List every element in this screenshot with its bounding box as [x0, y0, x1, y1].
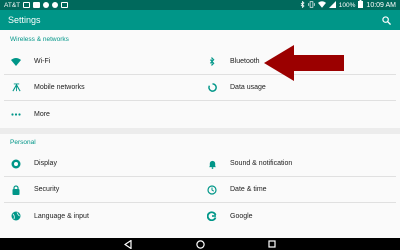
mobile-networks-icon [4, 83, 28, 92]
battery-percentage: 100% [338, 1, 356, 9]
setting-label: More [34, 110, 50, 118]
search-icon[interactable] [380, 14, 392, 26]
clock-icon [200, 184, 224, 195]
display-icon [4, 159, 28, 169]
wifi-icon [4, 57, 28, 66]
setting-label: Mobile networks [34, 84, 85, 91]
globe-icon [4, 211, 28, 221]
google-icon [200, 211, 224, 221]
recents-icon[interactable] [266, 239, 278, 249]
section-header-personal: Personal [10, 139, 36, 146]
notification-icon [33, 2, 41, 8]
bluetooth-status-icon [300, 0, 305, 10]
setting-label: Data usage [230, 84, 266, 91]
setting-label: Date & time [230, 186, 267, 193]
vibrate-icon [308, 0, 315, 10]
signal-icon [328, 0, 336, 10]
data-usage-icon [200, 83, 224, 92]
home-icon[interactable] [194, 239, 206, 249]
wifi-status-icon [317, 0, 326, 10]
setting-label: Display [34, 160, 57, 167]
setting-label: Security [34, 186, 60, 193]
status-bar: AT&T 100% 10:09 AM [0, 0, 400, 10]
more-icon [4, 112, 28, 116]
setting-security[interactable]: Security [4, 177, 200, 203]
clock-time: 10:09 AM [366, 1, 396, 9]
app-bar: Settings [0, 10, 400, 30]
personal-section: Personal Display Sound & notification Se… [0, 134, 400, 238]
bell-icon [200, 159, 224, 169]
chrome-icon [52, 2, 59, 8]
setting-label: Bluetooth [230, 58, 260, 65]
page-title: Settings [8, 15, 41, 25]
battery-icon [358, 0, 364, 10]
lock-icon [4, 184, 28, 195]
notification-box-icon [23, 2, 31, 8]
annotation-arrow-icon [264, 45, 344, 81]
setting-label: Wi-Fi [34, 58, 51, 65]
setting-wifi[interactable]: Wi-Fi [4, 49, 200, 75]
navigation-bar [0, 238, 400, 250]
notification-outline-icon [61, 2, 69, 8]
notification-round-icon [43, 2, 50, 8]
setting-display[interactable]: Display [4, 151, 200, 177]
setting-language-input[interactable]: Language & input [4, 203, 200, 229]
setting-label: Sound & notification [230, 160, 293, 167]
setting-sound-notification[interactable]: Sound & notification [200, 151, 396, 177]
setting-label: Language & input [34, 212, 89, 220]
setting-more[interactable]: More [4, 101, 200, 127]
section-header-wireless: Wireless & networks [10, 36, 69, 43]
setting-google[interactable]: Google [200, 203, 396, 229]
back-icon[interactable] [122, 239, 134, 249]
setting-date-time[interactable]: Date & time [200, 177, 396, 203]
setting-mobile-networks[interactable]: Mobile networks [4, 75, 200, 101]
carrier-label: AT&T [4, 1, 21, 9]
setting-label: Google [230, 212, 253, 220]
bluetooth-icon [200, 57, 224, 66]
